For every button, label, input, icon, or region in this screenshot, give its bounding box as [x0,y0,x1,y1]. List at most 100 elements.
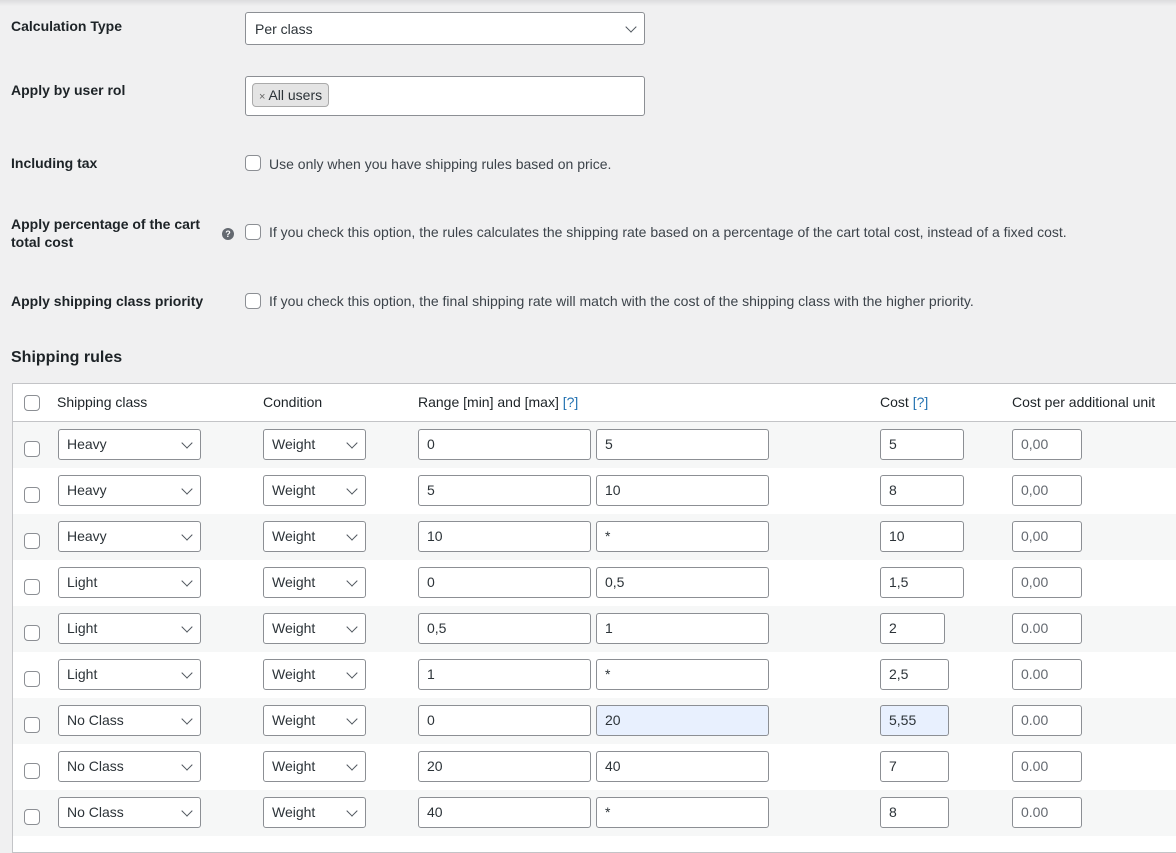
condition-value: Weight [272,758,316,774]
shipping-class-select[interactable]: Light [58,613,201,644]
shipping-class-select[interactable]: Heavy [58,521,201,552]
user-role-tag-label: All users [268,87,323,103]
shipping-class-select[interactable]: Heavy [58,429,201,460]
row-checkbox[interactable] [24,763,40,779]
cost-per-unit-input[interactable]: 0.00 [1012,659,1082,690]
range-max-input[interactable]: 5 [596,429,769,460]
x-icon[interactable]: × [259,91,265,103]
cost-input[interactable]: 2,5 [880,659,949,690]
table-row: No Class Weight 20 40 7 0.00 [13,744,1176,790]
condition-select[interactable]: Weight [263,521,366,552]
row-checkbox[interactable] [24,441,40,457]
chevron-down-icon [346,666,358,679]
cost-input[interactable]: 8 [880,797,949,828]
condition-value: Weight [272,574,316,590]
range-min-input[interactable]: 0 [418,429,591,460]
cost-per-unit-input[interactable]: 0.00 [1012,797,1082,828]
condition-select[interactable]: Weight [263,567,366,598]
including-tax-checkbox[interactable] [245,155,261,171]
shipping-class-select[interactable]: No Class [58,705,201,736]
range-max-input[interactable]: 1 [596,613,769,644]
table-header: Shipping class Condition Range [min] and… [13,384,1176,422]
condition-value: Weight [272,804,316,820]
percentage-checkbox[interactable] [245,224,261,240]
table-row: Heavy Weight 0 5 5 0,00 [13,422,1176,468]
user-role-tag: × All users [252,83,330,107]
cost-input[interactable]: 8 [880,475,964,506]
cost-per-unit-input[interactable]: 0,00 [1012,429,1082,460]
shipping-class-value: No Class [67,712,124,728]
shipping-class-select[interactable]: No Class [58,751,201,782]
cost-per-unit-input[interactable]: 0.00 [1012,613,1082,644]
row-checkbox[interactable] [24,579,40,595]
range-min-input[interactable]: 1 [418,659,591,690]
cost-per-unit-input[interactable]: 0,00 [1012,567,1082,598]
cost-help-link[interactable]: [?] [913,394,929,410]
cost-input[interactable]: 5 [880,429,964,460]
condition-value: Weight [272,482,316,498]
question-circle-icon[interactable]: ? [222,228,234,240]
chevron-down-icon [181,574,193,587]
range-min-input[interactable]: 10 [418,521,591,552]
chevron-down-icon [346,712,358,725]
range-max-input[interactable]: 0,5 [596,567,769,598]
range-max-input[interactable]: * [596,659,769,690]
calculation-type-select[interactable]: Per class [245,12,645,45]
chevron-down-icon [181,712,193,725]
range-min-input[interactable]: 5 [418,475,591,506]
row-checkbox[interactable] [24,487,40,503]
condition-select[interactable]: Weight [263,429,366,460]
row-checkbox[interactable] [24,625,40,641]
table-row: Light Weight 1 * 2,5 0.00 [13,652,1176,698]
cost-per-unit-input[interactable]: 0,00 [1012,521,1082,552]
range-max-input[interactable]: 20 [596,705,769,736]
column-cost-label: Cost [880,394,909,410]
range-max-input[interactable]: 40 [596,751,769,782]
cost-input[interactable]: 10 [880,521,964,552]
row-checkbox[interactable] [24,809,40,825]
chevron-down-icon [181,666,193,679]
range-min-input[interactable]: 20 [418,751,591,782]
shipping-rules-title: Shipping rules [11,349,123,366]
condition-select[interactable]: Weight [263,751,366,782]
user-role-multiselect[interactable]: × All users [245,76,645,116]
table-row: No Class Weight 40 * 8 0.00 [13,790,1176,836]
range-max-input[interactable]: * [596,521,769,552]
chevron-down-icon [181,804,193,817]
row-checkbox[interactable] [24,717,40,733]
shipping-class-value: No Class [67,758,124,774]
shipping-class-select[interactable]: Light [58,567,201,598]
condition-select[interactable]: Weight [263,613,366,644]
range-max-input[interactable]: * [596,797,769,828]
column-cost: Cost [?] [880,394,928,410]
row-checkbox[interactable] [24,533,40,549]
condition-select[interactable]: Weight [263,659,366,690]
shipping-class-select[interactable]: Heavy [58,475,201,506]
percentage-label-line2: total cost [11,234,74,250]
cost-per-unit-input[interactable]: 0.00 [1012,751,1082,782]
cost-per-unit-input[interactable]: 0.00 [1012,705,1082,736]
range-max-input[interactable]: 10 [596,475,769,506]
condition-select[interactable]: Weight [263,705,366,736]
chevron-down-icon [181,528,193,541]
range-min-input[interactable]: 0 [418,705,591,736]
shipping-class-select[interactable]: Light [58,659,201,690]
chevron-down-icon [181,620,193,633]
cost-per-unit-input[interactable]: 0,00 [1012,475,1082,506]
shipping-class-select[interactable]: No Class [58,797,201,828]
range-min-input[interactable]: 40 [418,797,591,828]
condition-select[interactable]: Weight [263,475,366,506]
range-min-input[interactable]: 0 [418,567,591,598]
class-priority-checkbox[interactable] [245,293,261,309]
range-help-link[interactable]: [?] [563,394,579,410]
cost-input[interactable]: 5,55 [880,705,949,736]
row-checkbox[interactable] [24,671,40,687]
cost-input[interactable]: 2 [880,613,945,644]
column-cost-per-unit: Cost per additional unit [1012,394,1156,410]
cost-input[interactable]: 1,5 [880,567,964,598]
range-min-input[interactable]: 0,5 [418,613,591,644]
cost-input[interactable]: 7 [880,751,949,782]
condition-select[interactable]: Weight [263,797,366,828]
shipping-class-value: Light [67,666,98,682]
select-all-checkbox[interactable] [24,395,40,411]
